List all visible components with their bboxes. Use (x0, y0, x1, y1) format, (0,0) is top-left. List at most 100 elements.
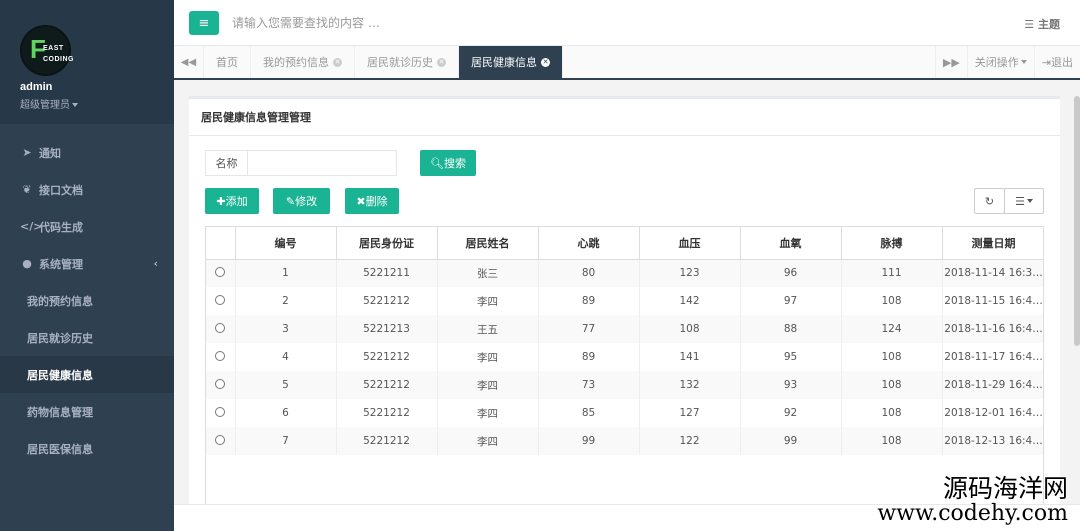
table-cell: 141 (639, 343, 741, 371)
row-radio[interactable] (215, 378, 226, 389)
tab-appointments[interactable]: 我的预约信息 ✕ (251, 46, 355, 78)
page-scrollbar[interactable] (1074, 96, 1080, 346)
list-icon: ☰ (1015, 194, 1025, 208)
user-role-dropdown[interactable]: 超级管理员 (20, 96, 78, 111)
edit-icon: ✎ (285, 194, 296, 208)
row-radio[interactable] (215, 322, 226, 333)
code-icon: </> (20, 220, 43, 233)
table-row[interactable]: 5 5221212 李四 73 132 93 108 2018-11-29 16:4… (206, 371, 1043, 399)
app-logo: F EAST CODING (20, 25, 74, 76)
row-select-cell (206, 343, 236, 371)
table-row[interactable]: 7 5221212 李四 99 122 99 108 2018-12-13 16:4… (206, 427, 1043, 455)
column-header[interactable]: 测量日期 (942, 227, 1043, 260)
add-button[interactable]: ✚ 添加 (205, 188, 259, 214)
close-icon[interactable]: ✕ (541, 57, 550, 67)
logout-button[interactable]: ⇥ 退出 (1033, 46, 1080, 78)
theme-button[interactable]: ☰ 主题 (1024, 16, 1060, 32)
table-cell: 王五 (437, 315, 539, 343)
times-icon: ✖ (356, 194, 366, 208)
table-cell: 5221212 (336, 343, 438, 371)
sidebar-item-system[interactable]: ● 系统管理 ‹ (0, 245, 174, 282)
columns-toggle-button[interactable]: ☰ (1004, 188, 1044, 214)
sidebar-item-drug-info[interactable]: 药物信息管理 (0, 393, 174, 430)
name-filter-input[interactable] (247, 150, 397, 176)
table-cell: 108 (841, 371, 943, 399)
tab-scroll-right-button[interactable]: ▶▶ (934, 46, 967, 78)
sidebar-nav: ➤ 通知 ❦ 接口文档 </> 代码生成 ● 系统管理 ‹ 我的预约信息 居民就… (0, 134, 174, 467)
table-row[interactable]: 1 5221211 张三 80 123 96 111 2018-11-14 16:3… (206, 259, 1043, 287)
table-row[interactable]: 4 5221212 李四 89 141 95 108 2018-11-17 16:4… (206, 343, 1043, 371)
paper-plane-icon: ➤ (22, 146, 32, 159)
menu-toggle-button[interactable]: ≡ (189, 11, 219, 35)
sidebar-item-codegen[interactable]: </> 代码生成 (0, 208, 174, 245)
sidebar-item-label: 我的预约信息 (27, 294, 93, 308)
row-radio[interactable] (215, 350, 226, 361)
close-icon[interactable]: ✕ (437, 57, 446, 67)
column-header[interactable]: 居民姓名 (437, 227, 539, 260)
name-filter: 名称 (205, 150, 397, 176)
table-cell: 123 (639, 259, 741, 287)
table-row[interactable]: 6 5221212 李四 85 127 92 108 2018-12-01 16:4… (206, 399, 1043, 427)
table-cell: 132 (639, 371, 741, 399)
close-icon[interactable]: ✕ (333, 57, 342, 67)
column-header[interactable]: 血压 (639, 227, 741, 260)
sidebar-item-api-docs[interactable]: ❦ 接口文档 (0, 171, 174, 208)
sidebar-item-label: 居民就诊历史 (27, 331, 93, 345)
table-cell: 99 (538, 427, 640, 455)
row-radio[interactable] (215, 406, 226, 417)
table-cell: 97 (740, 287, 842, 315)
search-button[interactable]: 🔍︎ 搜索 (420, 150, 476, 176)
global-search-input[interactable] (232, 14, 532, 32)
user-role-label: 超级管理员 (20, 100, 70, 111)
tab-health-info[interactable]: 居民健康信息 ✕ (459, 46, 563, 78)
column-header[interactable]: 脉搏 (841, 227, 943, 260)
edit-button[interactable]: ✎ 修改 (273, 188, 330, 214)
sidebar-item-health-info[interactable]: 居民健康信息 (0, 356, 174, 393)
column-header[interactable]: 居民身份证 (336, 227, 438, 260)
table-cell: 5221211 (336, 259, 438, 287)
table-row[interactable]: 2 5221212 李四 89 142 97 108 2018-11-15 16:4… (206, 287, 1043, 315)
table-cell: 5 (235, 371, 337, 399)
row-radio[interactable] (215, 294, 226, 305)
sidebar-item-label: 接口文档 (39, 183, 83, 197)
refresh-button[interactable]: ↻ (974, 188, 1005, 214)
forward-icon: ▶▶ (942, 55, 960, 69)
column-header[interactable]: 血氧 (740, 227, 842, 260)
table-cell: 6 (235, 399, 337, 427)
table-cell: 95 (740, 343, 842, 371)
table-cell: 127 (639, 399, 741, 427)
tab-label: 居民健康信息 (471, 56, 537, 69)
table-cell: 3 (235, 315, 337, 343)
sidebar-item-insurance[interactable]: 居民医保信息 (0, 430, 174, 467)
table-cell: 96 (740, 259, 842, 287)
sidebar-item-label: 居民医保信息 (27, 442, 93, 456)
tab-scroll-left-button[interactable]: ◀◀ (174, 46, 204, 78)
row-radio[interactable] (215, 266, 226, 277)
table-cell: 李四 (437, 399, 539, 427)
column-header[interactable]: 编号 (235, 227, 337, 260)
search-button-label: 搜索 (443, 157, 466, 170)
sidebar: F EAST CODING admin 超级管理员 ➤ 通知 ❦ 接口文档 </… (0, 0, 174, 531)
table-cell: 2018-11-15 16:4… (942, 287, 1043, 315)
row-select-cell (206, 287, 236, 315)
delete-button[interactable]: ✖ 删除 (345, 188, 399, 214)
table-row[interactable]: 3 5221213 王五 77 108 88 124 2018-11-16 16:4… (206, 315, 1043, 343)
sidebar-item-appointments[interactable]: 我的预约信息 (0, 282, 174, 319)
close-operations-dropdown[interactable]: 关闭操作 (966, 46, 1034, 78)
table-cell: 7 (235, 427, 337, 455)
row-select-cell (206, 399, 236, 427)
table-cell: 2 (235, 287, 337, 315)
backward-icon: ◀◀ (180, 56, 197, 68)
logo-text-line1: EAST (43, 45, 64, 52)
caret-down-icon (72, 103, 78, 107)
sidebar-item-visit-history[interactable]: 居民就诊历史 (0, 319, 174, 356)
tab-home[interactable]: 首页 (204, 46, 251, 78)
sidebar-item-notice[interactable]: ➤ 通知 (0, 134, 174, 171)
column-header[interactable]: 心跳 (538, 227, 640, 260)
tab-visit-history[interactable]: 居民就诊历史 ✕ (355, 46, 459, 78)
table-cell: 73 (538, 371, 640, 399)
table-cell: 142 (639, 287, 741, 315)
row-radio[interactable] (215, 434, 226, 445)
sign-out-icon: ⇥ (1041, 55, 1051, 69)
table-cell: 李四 (437, 343, 539, 371)
